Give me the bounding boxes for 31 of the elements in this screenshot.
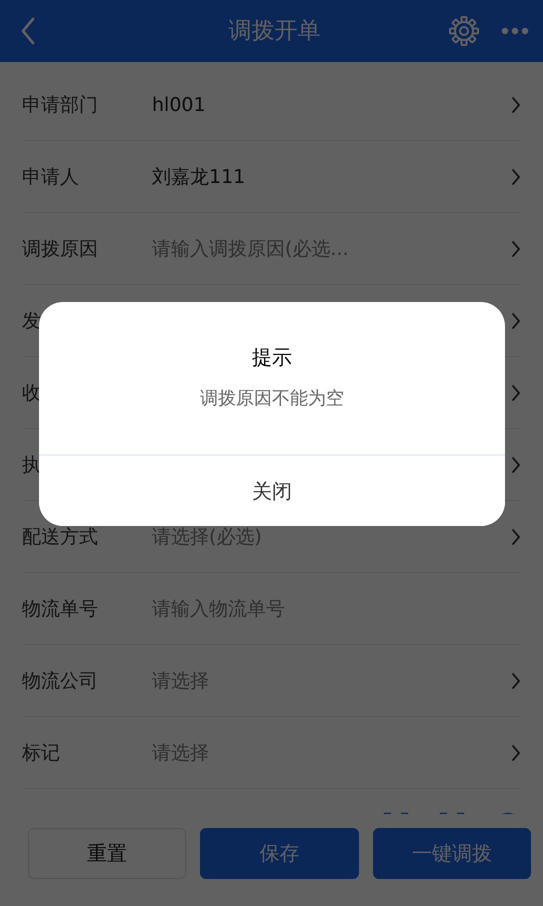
field-label: 收: [22, 380, 42, 406]
input-field[interactable]: hl001: [152, 94, 511, 116]
page-title: 调拨开单: [228, 17, 320, 46]
chevron-icon[interactable]: [511, 240, 521, 258]
primary-button[interactable]: 一键调拨: [372, 828, 531, 879]
field-label: 标记: [22, 740, 61, 766]
back-icon[interactable]: [20, 17, 36, 45]
chevron-icon[interactable]: [511, 168, 521, 186]
chevron-icon[interactable]: [511, 384, 521, 402]
chevron-icon[interactable]: [511, 312, 521, 330]
field-label: 申请人: [22, 164, 80, 190]
dialog-message: 调拨原因不能为空: [200, 387, 344, 411]
field-label: 申请部门: [22, 92, 99, 118]
chevron-icon[interactable]: [511, 528, 521, 546]
field-label: 发: [22, 308, 42, 334]
chevron-icon[interactable]: [511, 456, 521, 474]
field-label: 物流单号: [22, 596, 99, 622]
field-label: 执: [22, 452, 42, 478]
chevron-icon[interactable]: [511, 96, 521, 114]
reset-button[interactable]: 重置: [28, 828, 186, 879]
more-icon[interactable]: [501, 27, 529, 35]
field-label: 物流公司: [22, 668, 99, 694]
settings-icon[interactable]: [449, 16, 479, 46]
chevron-icon[interactable]: [511, 744, 521, 762]
field-label: 配送方式: [22, 524, 99, 550]
primary-button[interactable]: 保存: [200, 828, 358, 879]
close-button[interactable]: 关闭: [39, 454, 505, 526]
field-label: 调拨原因: [22, 236, 99, 262]
chevron-icon[interactable]: [511, 672, 521, 690]
dialog-title: 提示: [252, 344, 292, 371]
input-field[interactable]: 刘嘉龙111: [152, 166, 511, 188]
